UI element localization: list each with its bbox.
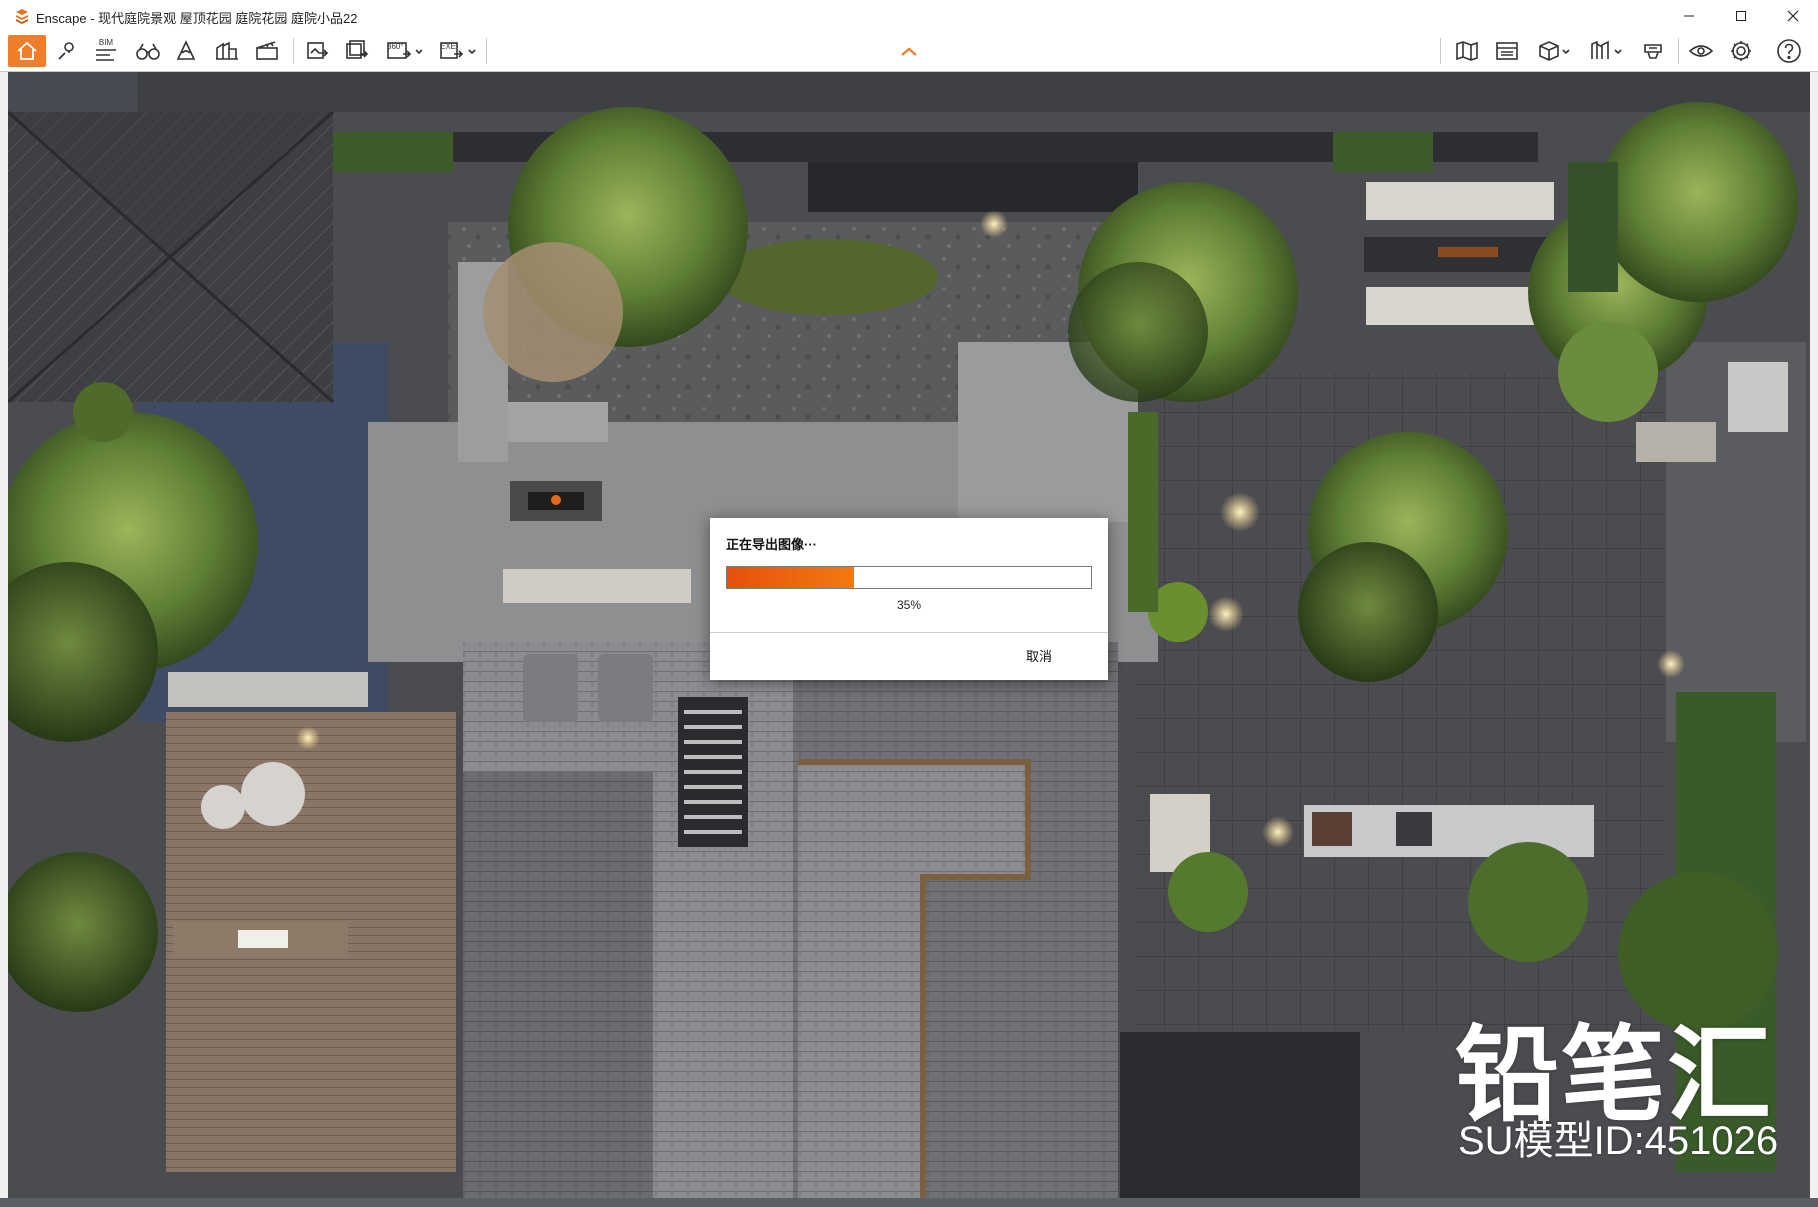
progress-percent: 35% (896, 598, 922, 612)
dialog-title: 正在导出图像··· (726, 537, 817, 552)
screenshot-export-icon (307, 42, 329, 59)
binoculars-icon (136, 43, 160, 60)
bim-icon (96, 49, 116, 61)
export-progress-dialog: 正在导出图像··· 35% 取消 (710, 518, 1108, 680)
watermark-model-id: SU模型ID:451026 (1458, 1119, 1779, 1163)
chevron-down-icon (468, 49, 476, 55)
help-button[interactable] (1772, 35, 1806, 67)
cube-view-icon (1539, 41, 1559, 61)
exe-export-button[interactable]: EXE (434, 35, 480, 67)
maximize-button[interactable] (1718, 0, 1764, 31)
material-editor-button[interactable] (1582, 35, 1628, 67)
map-button[interactable] (1450, 35, 1484, 67)
exe-label: EXE (440, 42, 457, 51)
chevron-down-icon (1614, 49, 1622, 55)
progress-bar-fill (727, 567, 855, 588)
close-icon (1787, 10, 1799, 21)
location-pin-icon (58, 42, 74, 60)
bim-button[interactable]: BIM (90, 35, 122, 67)
viewport-right-border (1810, 72, 1818, 1198)
toolbar-separator (293, 38, 294, 64)
home-icon (17, 41, 37, 60)
close-button[interactable] (1770, 0, 1816, 31)
toolbar-separator (1678, 38, 1679, 64)
title-bar: Enscape - 现代庭院景观 屋顶花园 庭院花园 庭院小品22 (0, 0, 1818, 32)
window-title: Enscape - 现代庭院景观 屋顶花园 庭院花园 庭院小品22 (36, 11, 358, 26)
location-button[interactable] (52, 35, 82, 67)
home-button[interactable] (8, 35, 46, 67)
visibility-eye-icon (1688, 45, 1714, 57)
maximize-icon (1736, 10, 1746, 21)
panorama-label: 360° (387, 42, 404, 51)
minimize-button[interactable] (1666, 0, 1712, 31)
views-icon (1496, 42, 1518, 60)
views-button[interactable] (1490, 35, 1524, 67)
toolbar-separator (486, 38, 487, 64)
help-icon (1777, 39, 1801, 63)
material-editor-icon (1591, 40, 1609, 59)
collapse-chevron-up-icon (901, 47, 917, 56)
main-toolbar: BIM 360° EXE (0, 31, 1818, 72)
viewport-left-border (0, 72, 8, 1198)
progress-bar (726, 566, 1092, 589)
batch-render-button[interactable] (340, 35, 374, 67)
map-icon (1456, 41, 1478, 61)
chevron-down-icon (415, 49, 423, 55)
atmosphere-button[interactable] (170, 35, 202, 67)
atmosphere-icon (176, 40, 196, 60)
batch-render-icon (346, 40, 369, 59)
collapse-toolbar-button[interactable] (896, 41, 922, 63)
asset-library-button[interactable] (210, 35, 244, 67)
bim-label: BIM (98, 38, 114, 47)
vr-headset-icon (1644, 44, 1662, 59)
settings-button[interactable] (1724, 35, 1758, 67)
enscape-logo-icon (16, 9, 28, 24)
visibility-button[interactable] (1684, 35, 1718, 67)
dialog-divider (710, 632, 1108, 633)
binoculars-button[interactable] (132, 35, 164, 67)
window-bottom-border (0, 1198, 1818, 1207)
chevron-down-icon (1562, 49, 1570, 55)
video-editor-button[interactable] (250, 35, 284, 67)
cancel-button[interactable]: 取消 (1026, 646, 1052, 665)
asset-library-icon (216, 41, 238, 60)
settings-gear-icon (1731, 41, 1751, 61)
video-editor-icon (256, 41, 278, 60)
vr-headset-button[interactable] (1636, 35, 1670, 67)
minimize-icon (1684, 15, 1694, 16)
screenshot-export-button[interactable] (301, 35, 335, 67)
toolbar-separator (1440, 38, 1441, 64)
cube-view-button[interactable] (1530, 35, 1576, 67)
panorama-360-button[interactable]: 360° (381, 35, 427, 67)
